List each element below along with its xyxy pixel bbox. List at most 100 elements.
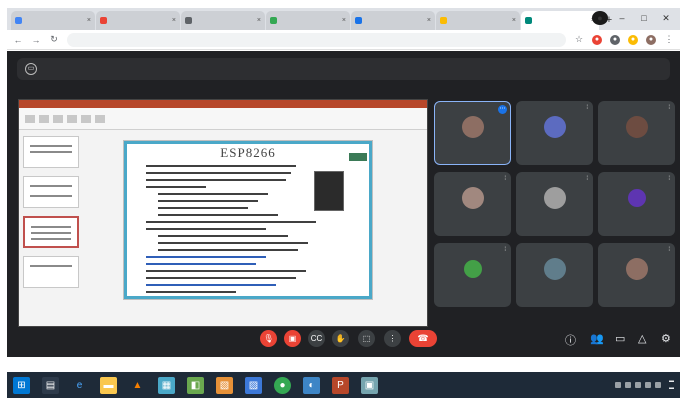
minimize-icon[interactable]: – [614, 11, 630, 25]
browser-tab[interactable]: × [266, 11, 350, 30]
battery-icon[interactable] [655, 382, 661, 388]
participant-tile[interactable]: ⁞ [516, 101, 593, 165]
app-icon[interactable]: ◧ [187, 376, 204, 394]
host-controls-icon[interactable]: ⚙ [661, 332, 671, 345]
participant-avatar [543, 115, 566, 138]
more-options-button[interactable]: ⋮ [384, 330, 401, 347]
forward-icon[interactable]: → [31, 35, 41, 45]
extension-icon[interactable]: ● [592, 34, 602, 45]
tab-favicon-icon [270, 17, 277, 24]
vlc-icon[interactable]: ▲ [129, 377, 146, 394]
raise-hand-button[interactable]: ✋ [332, 330, 349, 347]
participant-tile[interactable]: ⁞ [434, 172, 511, 236]
participant-tile[interactable]: ⋯ [434, 101, 511, 165]
slide-thumbnail [23, 256, 79, 288]
chrome-icon[interactable]: ● [274, 376, 291, 394]
browser-tab[interactable]: × [96, 11, 180, 30]
leave-call-button[interactable]: ☎ [409, 330, 437, 347]
app-icon[interactable]: ▨ [245, 376, 262, 394]
chat-icon[interactable]: ▭ [615, 332, 625, 345]
extension-icon[interactable]: ● [610, 34, 620, 45]
tab-close-icon[interactable]: × [425, 17, 431, 24]
extension-icon[interactable]: ● [628, 34, 638, 45]
browser-tab-active[interactable]: × [521, 11, 599, 30]
browser-menu-icon[interactable]: ⋮ [664, 34, 674, 45]
meeting-info-icon[interactable]: ⓘ [565, 332, 576, 348]
participant-tile[interactable] [516, 243, 593, 307]
captions-button[interactable]: CC [308, 330, 325, 347]
slide-text-line [146, 179, 286, 181]
browser-tab[interactable]: × [11, 11, 95, 30]
photos-icon[interactable]: ▦ [158, 376, 175, 394]
participant-tile[interactable]: ⁞ [516, 172, 593, 236]
ribbon-tool-icon [53, 114, 63, 123]
file-explorer-icon[interactable]: ▬ [100, 376, 117, 394]
participant-tile[interactable]: ⁞ [434, 243, 511, 307]
meet-window: ▭ ESP8266 ⋯ ⁞ ⁞ ⁞ ⁞ ⁞ ⁞ ⁞ [7, 51, 680, 357]
network-icon[interactable] [635, 382, 641, 388]
muted-mic-icon: ⁞ [668, 176, 670, 182]
muted-mic-icon: ⁞ [586, 176, 588, 182]
task-view-icon[interactable]: ▤ [42, 376, 59, 394]
slide-link-line [146, 263, 256, 265]
powerpoint-ribbon [19, 108, 427, 130]
slide-text-line [146, 186, 206, 188]
slide-link-line [146, 284, 276, 286]
esp8266-board-image [314, 171, 344, 211]
url-field[interactable] [67, 32, 566, 47]
start-icon[interactable]: ⊞ [13, 376, 30, 394]
slide-text-line [158, 235, 288, 237]
profile-avatar-icon[interactable]: ● [592, 11, 608, 25]
people-icon[interactable]: 👥 [590, 332, 604, 345]
participant-tile[interactable]: ⁞ [598, 243, 675, 307]
participant-tile[interactable]: ⁞ [598, 172, 675, 236]
participant-options-icon[interactable]: ⋯ [498, 105, 507, 114]
camera-off-button[interactable]: ▣ [284, 330, 301, 347]
activities-icon[interactable]: △ [638, 332, 646, 345]
microphone-off-button[interactable]: 🎙 [260, 330, 277, 347]
browser-tab[interactable]: × [436, 11, 520, 30]
tab-close-icon[interactable]: × [255, 17, 261, 24]
app-icon[interactable]: ◐ [303, 376, 320, 394]
edge-icon[interactable]: e [71, 377, 88, 394]
tab-close-icon[interactable]: × [510, 17, 516, 24]
participant-avatar [543, 257, 566, 280]
tab-favicon-icon [525, 17, 532, 24]
participant-tile[interactable]: ⁞ [598, 101, 675, 165]
slide-title: ESP8266 [220, 145, 276, 160]
tab-close-icon[interactable]: × [85, 17, 91, 24]
current-slide: ESP8266 [123, 140, 373, 300]
browser-tab[interactable]: × [351, 11, 435, 30]
tray-icon[interactable] [625, 382, 631, 388]
powerpoint-icon[interactable]: P [332, 376, 349, 394]
present-screen-button[interactable]: ⬚ [358, 330, 375, 347]
window-close-icon[interactable]: ✕ [658, 11, 674, 25]
slide-thumbnail [23, 176, 79, 208]
muted-mic-icon: ⁞ [504, 247, 506, 253]
tab-favicon-icon [355, 17, 362, 24]
shared-screen: ESP8266 [18, 99, 428, 327]
browser-tab-bar: × × × × × × × + ● – □ ✕ [7, 8, 680, 30]
slide-text-line [158, 200, 258, 202]
account-avatar-icon[interactable]: ● [646, 34, 656, 45]
slide-text-line [158, 214, 278, 216]
slide-logo [349, 153, 367, 161]
back-icon[interactable]: ← [13, 35, 23, 45]
app-icon[interactable]: ▣ [361, 376, 378, 394]
tab-close-icon[interactable]: × [340, 17, 346, 24]
app-icon[interactable]: ▧ [216, 376, 233, 394]
slide-thumbnail [23, 136, 79, 168]
taskbar-clock[interactable]: ▬ ▬ [669, 378, 674, 392]
tray-icon[interactable] [615, 382, 621, 388]
slide-text-line [158, 249, 298, 251]
volume-icon[interactable] [645, 382, 651, 388]
ribbon-tool-icon [67, 114, 77, 123]
slide-text-line [146, 277, 296, 279]
browser-tab[interactable]: × [181, 11, 265, 30]
bookmark-star-icon[interactable]: ☆ [574, 34, 584, 45]
tab-close-icon[interactable]: × [170, 17, 176, 24]
slide-text-line [146, 221, 316, 223]
reload-icon[interactable]: ↻ [49, 34, 59, 45]
address-bar-row: ← → ↻ ☆ ● ● ● ● ⋮ [7, 30, 680, 50]
maximize-icon[interactable]: □ [636, 11, 652, 25]
